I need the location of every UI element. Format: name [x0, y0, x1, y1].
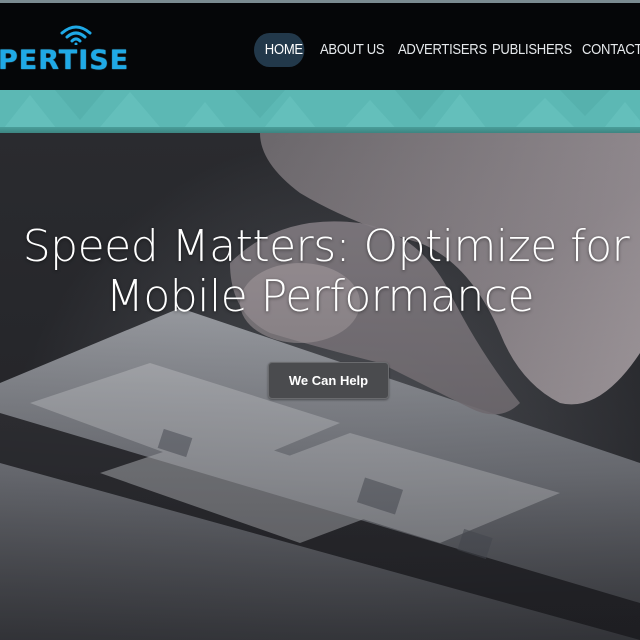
hero-headline-line1: Speed Matters: Optimize for — [22, 221, 630, 272]
hero-headline-line2: Mobile Performance — [105, 271, 535, 322]
wifi-signal-icon — [60, 25, 92, 45]
logo[interactable]: PERTISE — [0, 23, 138, 83]
hero-headline: Speed Matters: Optimize for Mobile Perfo… — [0, 222, 640, 322]
nav-item-contact-us[interactable]: CONTACT US — [582, 33, 640, 67]
main-nav: HOME ABOUT US ADVERTISERS PUBLISHERS CON… — [254, 33, 640, 67]
nav-item-about-us[interactable]: ABOUT US — [320, 33, 390, 67]
nav-item-home[interactable]: HOME — [254, 33, 305, 67]
nav-item-advertisers[interactable]: ADVERTISERS — [398, 33, 487, 67]
we-can-help-button[interactable]: We Can Help — [268, 362, 389, 399]
logo-text: PERTISE — [0, 45, 130, 76]
navbar: PERTISE HOME ABOUT US ADVERTISERS PUBLIS… — [0, 3, 640, 90]
nav-item-publishers[interactable]: PUBLISHERS — [492, 33, 573, 67]
